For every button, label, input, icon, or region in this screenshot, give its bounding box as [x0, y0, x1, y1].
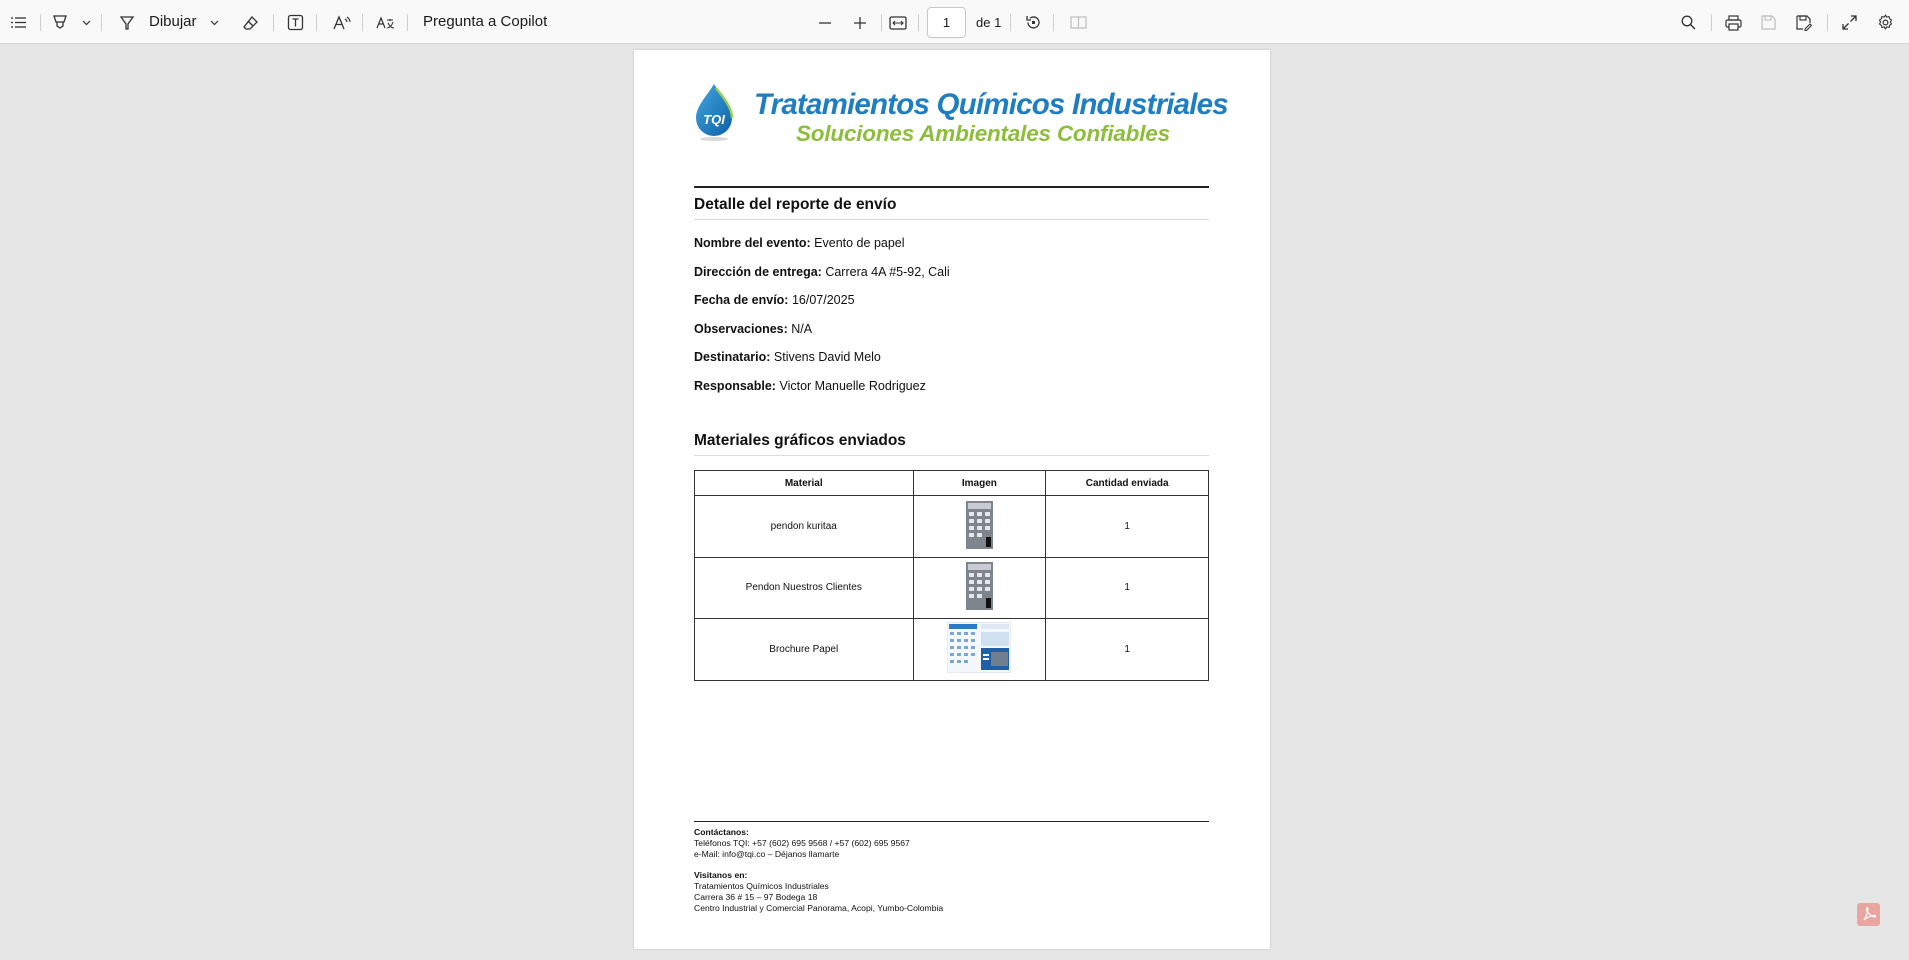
section-title-shipping-detail: Detalle del reporte de envío — [694, 196, 1209, 220]
footer-divider — [694, 821, 1209, 822]
table-row: Pendon Nuestros Clientes 1 — [694, 556, 1209, 619]
material-quantity: 1 — [1045, 495, 1209, 558]
footer-visit-heading: Visitanos en: — [694, 870, 748, 880]
eraser-icon[interactable] — [240, 11, 260, 34]
toolbar-separator — [918, 14, 919, 31]
page-number-input[interactable]: 1 — [927, 7, 966, 38]
field-delivery-address: Dirección de entrega: Carrera 4A #5-92, … — [694, 264, 950, 279]
fullscreen-icon[interactable] — [1839, 11, 1859, 34]
document-header: TQI Tratamientos Químicos Industriales S… — [694, 82, 1229, 206]
banner-thumbnail — [965, 562, 993, 611]
zoom-out-icon[interactable] — [816, 11, 834, 34]
highlight-icon[interactable] — [51, 11, 69, 34]
section-title-materials: Materiales gráficos enviados — [694, 432, 1209, 456]
material-image-cell — [912, 618, 1047, 681]
banner-thumbnail — [965, 500, 993, 549]
brand-title: Tratamientos Químicos Industriales — [754, 88, 1229, 121]
footer-contact-heading: Contáctanos: — [694, 827, 749, 837]
save-as-icon[interactable] — [1794, 11, 1814, 34]
search-icon[interactable] — [1678, 11, 1698, 34]
read-aloud-icon[interactable] — [330, 11, 352, 34]
toolbar-separator — [101, 14, 102, 31]
footer-email: e-Mail: info@tqi.co – Déjanos llamarte — [694, 849, 840, 859]
fit-width-icon[interactable] — [887, 11, 909, 34]
toolbar-separator — [362, 14, 363, 31]
page-count-label: de 1 — [976, 15, 1002, 30]
toolbar-separator — [1711, 14, 1712, 31]
toolbar-separator — [316, 14, 317, 31]
settings-gear-icon[interactable] — [1875, 11, 1895, 34]
tqi-logo: TQI — [696, 84, 734, 141]
toolbar-separator — [407, 14, 408, 31]
toolbar-separator — [1827, 14, 1828, 31]
zoom-in-icon[interactable] — [851, 11, 869, 34]
pdf-page: TQI Tratamientos Químicos Industriales S… — [634, 50, 1270, 949]
material-image-cell — [912, 495, 1047, 558]
toolbar-separator — [1010, 14, 1011, 31]
draw-pen-icon[interactable] — [118, 11, 136, 34]
field-observations: Observaciones: N/A — [694, 321, 813, 336]
ask-copilot-button[interactable]: Pregunta a Copilot — [423, 13, 547, 30]
material-quantity: 1 — [1045, 618, 1209, 681]
material-name: pendon kuritaa — [694, 495, 914, 558]
add-text-icon[interactable] — [285, 11, 305, 34]
column-header-quantity: Cantidad enviada — [1045, 470, 1209, 496]
field-recipient: Destinatario: Stivens David Melo — [694, 350, 881, 364]
footer-address-line: Carrera 36 # 15 – 97 Bodega 18 — [694, 892, 818, 902]
pdf-toolbar: Dibujar Pregunta a Copilot 1 de 1 — [0, 0, 1909, 44]
brochure-thumbnail — [947, 622, 1012, 674]
page-view-icon — [1068, 11, 1088, 34]
pdf-file-icon — [1857, 903, 1880, 926]
footer-address: Visitanos en: Tratamientos Químicos Indu… — [694, 870, 943, 914]
table-header-row: Material Imagen Cantidad enviada — [694, 470, 1209, 496]
footer-address-line: Tratamientos Químicos Industriales — [694, 881, 829, 891]
toolbar-separator — [40, 14, 41, 31]
rotate-icon[interactable] — [1023, 11, 1043, 34]
footer-phones: Teléfonos TQI: +57 (602) 695 9568 / +57 … — [694, 838, 910, 848]
footer-contact: Contáctanos: Teléfonos TQI: +57 (602) 69… — [694, 827, 910, 860]
brand-subtitle: Soluciones Ambientales Confiables — [796, 121, 1170, 146]
draw-button-label[interactable]: Dibujar — [149, 13, 197, 30]
material-name: Brochure Papel — [694, 618, 914, 681]
material-image-cell — [912, 556, 1047, 619]
print-icon[interactable] — [1723, 11, 1743, 34]
header-divider — [694, 186, 1209, 188]
field-event-name: Nombre del evento: Evento de papel — [694, 236, 905, 250]
table-of-contents-icon[interactable] — [8, 11, 28, 34]
translate-icon[interactable] — [374, 11, 396, 34]
column-header-material: Material — [694, 470, 914, 496]
draw-dropdown-chevron-icon[interactable] — [208, 11, 220, 34]
field-shipping-date: Fecha de envío: 16/07/2025 — [694, 293, 855, 307]
toolbar-separator — [881, 14, 882, 31]
table-row: pendon kuritaa 1 — [694, 495, 1209, 558]
material-quantity: 1 — [1045, 556, 1209, 619]
column-header-image: Imagen — [912, 470, 1047, 496]
svg-text:TQI: TQI — [703, 112, 725, 127]
materials-table: Material Imagen Cantidad enviada pendon … — [694, 470, 1209, 681]
toolbar-separator — [1053, 14, 1054, 31]
field-responsible: Responsable: Victor Manuelle Rodriguez — [694, 378, 926, 393]
footer-address-line: Centro Industrial y Comercial Panorama, … — [694, 903, 944, 913]
table-row: Brochure Papel 1 — [694, 618, 1209, 681]
save-icon — [1758, 11, 1778, 34]
highlight-dropdown-chevron-icon[interactable] — [80, 11, 92, 34]
toolbar-separator — [273, 14, 274, 31]
material-name: Pendon Nuestros Clientes — [694, 556, 914, 619]
